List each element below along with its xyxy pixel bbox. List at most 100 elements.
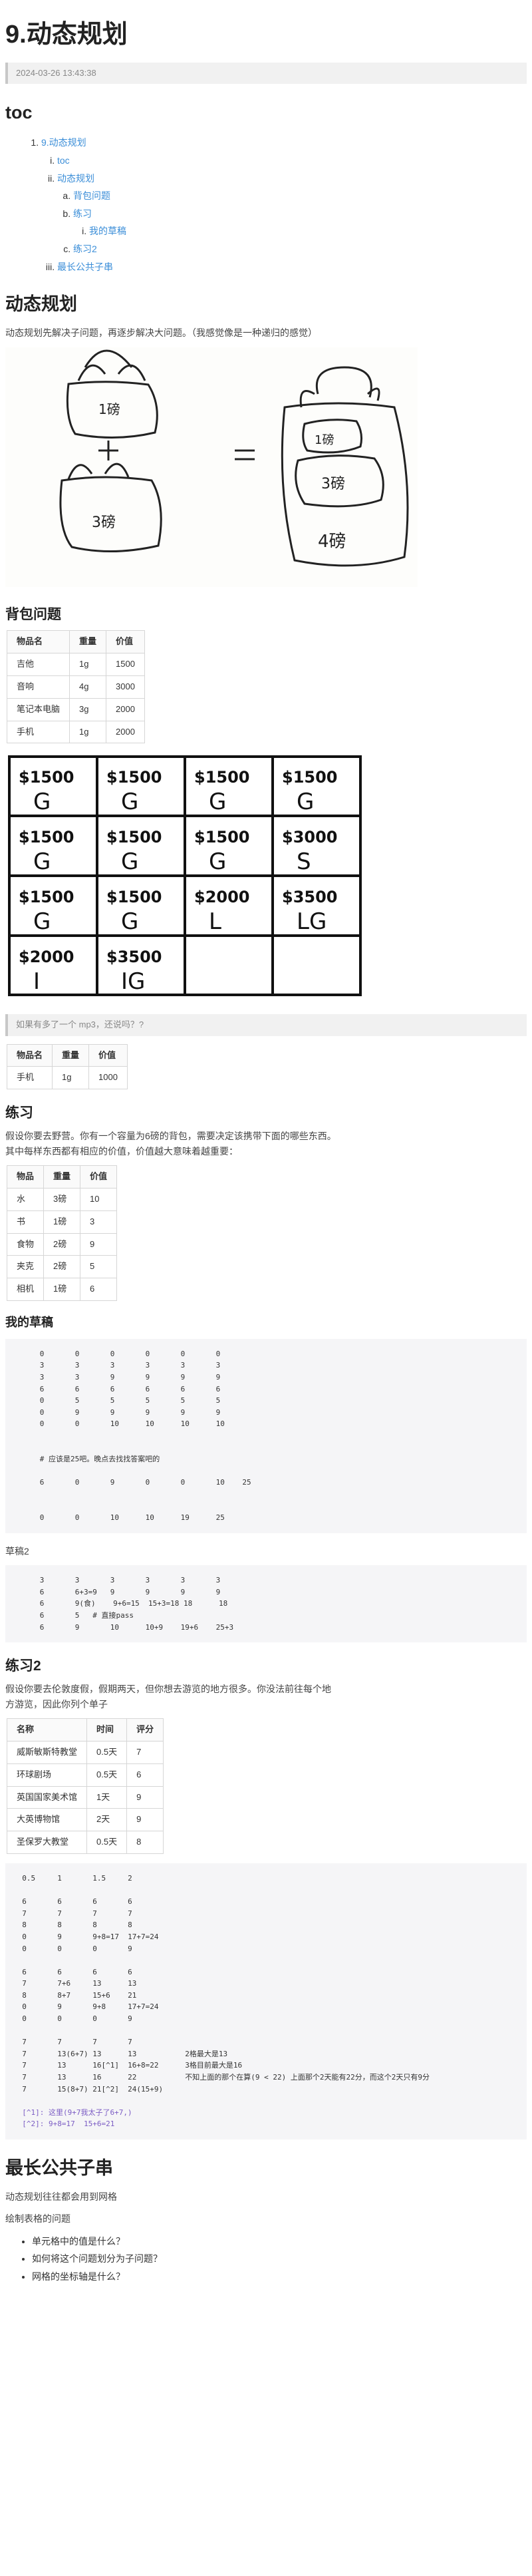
practice2-heading: 练习2	[5, 1658, 41, 1674]
toc-item: 9.动态规划 toc 动态规划 背包问题 练习 我的草稿 练习2	[41, 134, 527, 276]
mp3-table: 物品名 重量 价值 手机 1g 1000	[6, 1043, 128, 1090]
bags-sketch: 1磅 3磅 1磅 3磅 4磅 +=	[5, 347, 418, 587]
grid-cell-items: G	[121, 848, 138, 875]
table-row: 书 1磅 3	[6, 1210, 118, 1234]
grid-cell-items: G	[33, 789, 51, 815]
grid-cell-items: G	[121, 789, 138, 815]
column-header: 评分	[126, 1718, 164, 1742]
column-header: 重量	[43, 1165, 81, 1189]
table-cell: 5	[80, 1255, 118, 1279]
toc-item: 背包问题	[73, 187, 527, 205]
column-header: 重量	[52, 1043, 90, 1067]
table-cell: 1磅	[43, 1278, 81, 1302]
draft-code-block: 0 0 0 0 0 0 3 3 3 3 3 3 3 3 9 9 9 9 6 6 …	[5, 1338, 527, 1533]
table-header-row: 名称 时间 评分	[6, 1718, 164, 1742]
toc-item: 我的草稿	[89, 222, 527, 240]
toc-link-practice[interactable]: 练习	[73, 208, 92, 219]
grid-cell-items: L	[209, 908, 221, 935]
grid-cell-items: LG	[297, 908, 327, 935]
table-cell: 8	[126, 1831, 164, 1854]
table-cell: 2磅	[43, 1255, 81, 1279]
grid-cell-items: G	[209, 848, 226, 875]
grid-cell-value: $1500	[194, 828, 250, 846]
table-cell: 手机	[6, 1066, 53, 1090]
draft2-label: 草稿2	[5, 1545, 29, 1557]
list-item: 单元格中的值是什么？	[32, 2233, 527, 2251]
table-cell: 3磅	[43, 1188, 81, 1211]
table-cell: 音响	[6, 675, 70, 699]
table-cell: 1g	[69, 653, 107, 676]
mp3-quote: 如果有多了一个 mp3，还说吗？?	[5, 1013, 527, 1036]
toc-link-toc[interactable]: toc	[57, 155, 70, 166]
table-row: 夹克 2磅 5	[6, 1255, 118, 1279]
toc-link-lcs[interactable]: 最长公共子串	[57, 262, 113, 272]
table-cell: 3000	[106, 675, 145, 699]
table-cell: 2磅	[43, 1232, 81, 1256]
footnote-2: [^2]: 9+8=17 15+6=21	[13, 2119, 115, 2129]
dp-intro: 动态规划先解决子问题，再逐步解决大问题。（我感觉像是一种递归的感觉）	[5, 327, 317, 339]
table-row: 吉他 1g 1500	[6, 653, 145, 676]
table-cell: 6	[80, 1278, 118, 1302]
table-row: 环球剧场 0.5天 6	[6, 1763, 164, 1787]
grid-cell-value: $1500	[19, 828, 74, 846]
table-cell: 威斯敏斯特教堂	[6, 1740, 88, 1764]
practice2-code-block: 0.5 1 1.5 2 6 6 6 6 7 7 7 7 8 8 8 8 0 9 …	[5, 1863, 527, 2140]
table-cell: 3g	[69, 697, 107, 721]
grid-cell-value: $3500	[106, 948, 162, 966]
table-cell: 9	[126, 1808, 164, 1832]
practice2-text: 假设你要去伦敦度假，假期两天，但你想去游览的地方很多。你没法前往每个地方游览，因…	[5, 1684, 331, 1710]
column-header: 物品名	[6, 1043, 53, 1067]
toc-link-draft[interactable]: 我的草稿	[89, 226, 126, 236]
grid-cell-items: G	[33, 848, 51, 875]
toc-link-practice2[interactable]: 练习2	[73, 244, 97, 254]
column-header: 时间	[86, 1718, 128, 1742]
toc-link-knapsack[interactable]: 背包问题	[73, 190, 110, 201]
table-row: 威斯敏斯特教堂 0.5天 7	[6, 1740, 164, 1764]
table-row: 英国国家美术馆 1天 9	[6, 1785, 164, 1809]
bags-illustration: 1磅 3磅 1磅 3磅 4磅 + =	[5, 347, 527, 592]
table-cell: 0.5天	[86, 1831, 128, 1854]
footnote-1: [^1]: 这里(9+7我太子了6+7,)	[13, 2108, 132, 2117]
list-item: 网格的坐标轴是什么？	[32, 2268, 527, 2286]
grid-cell-items: G	[297, 789, 314, 815]
table-cell: 2天	[86, 1808, 128, 1832]
toc-link-title[interactable]: 9.动态规划	[41, 137, 86, 148]
column-header: 名称	[6, 1718, 88, 1742]
toc-item: toc	[57, 152, 527, 170]
table-cell: 笔记本电脑	[6, 697, 70, 721]
table-cell: 1g	[69, 720, 107, 744]
lcs-question-list: 单元格中的值是什么？ 如何将这个问题划分为子问题？ 网格的坐标轴是什么？	[32, 2233, 527, 2286]
toc-item: 练习 我的草稿	[73, 205, 527, 240]
table-cell: 吉他	[6, 653, 70, 676]
draft2-code-block: 3 3 3 3 3 3 6 6+3=9 9 9 9 9 6 9(食) 9+6=1…	[5, 1565, 527, 1643]
grid-cell-value: $1500	[106, 768, 162, 787]
toc-item: 动态规划 背包问题 练习 我的草稿 练习2	[57, 170, 527, 258]
table-cell: 0.5天	[86, 1763, 128, 1787]
grid-cell-value: $1500	[194, 768, 250, 787]
table-header-row: 物品名 重量 价值	[6, 1043, 128, 1067]
post-date: 2024-03-26 13:43:38	[5, 62, 527, 85]
dp-heading: 动态规划	[5, 294, 77, 315]
table-cell: 10	[80, 1188, 118, 1211]
toc-link-dp[interactable]: 动态规划	[57, 173, 94, 184]
table-cell: 2000	[106, 697, 145, 721]
grid-cell-value: $3000	[282, 828, 338, 846]
table-row: 音响 4g 3000	[6, 675, 145, 699]
column-header: 价值	[106, 630, 145, 654]
table-cell: 1500	[106, 653, 145, 676]
table-row: 笔记本电脑 3g 2000	[6, 697, 145, 721]
table-cell: 9	[80, 1232, 118, 1256]
table-row: 相机 1磅 6	[6, 1278, 118, 1302]
knapsack-table: 物品名 重量 价值 吉他 1g 1500 音响 4g 3000 笔记本电脑 3g 2000 手机 1g 20…	[6, 630, 145, 744]
grid-cell-value: $1500	[19, 768, 74, 787]
big-bag2-label: 3磅	[321, 476, 345, 492]
column-header: 价值	[80, 1165, 118, 1189]
grid-cell-value: $2000	[19, 948, 74, 966]
lcs-text-2: 绘制表格的问题	[5, 2213, 70, 2224]
table-header-row: 物品 重量 价值	[6, 1165, 118, 1189]
practice2-code: 0.5 1 1.5 2 6 6 6 6 7 7 7 7 8 8 8 8 0 9 …	[22, 1873, 430, 2094]
table-cell: 0.5天	[86, 1740, 128, 1764]
grid-cell-items: G	[33, 908, 51, 935]
knapsack-heading: 背包问题	[5, 607, 61, 623]
table-of-contents: 9.动态规划 toc 动态规划 背包问题 练习 我的草稿 练习2	[25, 134, 527, 276]
